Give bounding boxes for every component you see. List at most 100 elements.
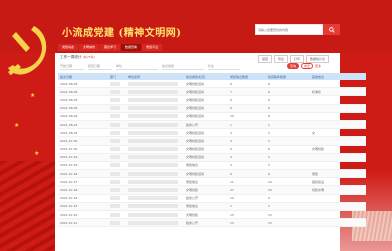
nav-item-civilized-city[interactable]: 文明城市 <box>79 44 100 51</box>
stats-button[interactable]: 数据统计表 <box>306 55 330 63</box>
status-select[interactable]: 状态 <box>208 63 240 70</box>
redacted-block <box>128 114 178 119</box>
search-box[interactable] <box>255 24 326 35</box>
cell-category: 文明创建活动 <box>184 112 228 121</box>
cell-news-count: 6 <box>266 80 310 89</box>
cell-unit-redacted <box>126 145 184 154</box>
main-nav: 党建动态 文明城市 理论学习 数据查看 党建平台 <box>55 44 340 51</box>
cell-dept-redacted <box>108 177 126 187</box>
unit-select[interactable]: 单位 <box>116 63 158 70</box>
cell-category: 文明创建 <box>184 210 228 220</box>
cell-party-count: 3 <box>228 128 266 138</box>
cell-party-count: 15 <box>228 210 266 220</box>
cell-news-count: 6 <box>266 95 310 105</box>
cell-other <box>310 104 366 113</box>
table-row[interactable]: 2021-07-27 党建信息 11 10 组织建设 <box>58 177 366 187</box>
filter-bar: 开始日期 结束日期 单位 信息类别 状态 <box>60 63 240 70</box>
table-row[interactable]: 2021-07-24 政务公开 10 9 <box>58 194 366 203</box>
col-header-dept[interactable]: 部门 <box>108 73 126 80</box>
search-button[interactable] <box>323 24 340 35</box>
cell-date: 2021-08-05 <box>58 104 108 113</box>
cell-unit-redacted <box>126 95 184 105</box>
cell-news-count: 13 <box>266 218 310 228</box>
table-row[interactable]: 2021-08-05 文明创建活动 7 6 标准化 <box>58 87 366 97</box>
search-input[interactable] <box>256 25 326 34</box>
table-row[interactable]: 2021-08-02 文明创建活动 3 3 文 <box>58 128 366 138</box>
cell-other: 标准化 <box>310 87 366 97</box>
col-header-news-count[interactable]: 新闻稿件数量 <box>266 73 310 80</box>
export-button[interactable]: 导出 <box>274 55 289 63</box>
redacted-block <box>110 130 120 135</box>
table-header-row: 提交日期 部门 单位名称 信息类别/栏目 党建信息数量 新闻稿件数量 其他信息 <box>58 73 366 80</box>
query-button[interactable]: 查询 <box>287 63 299 69</box>
more-filters-link[interactable]: 更多 <box>315 63 321 69</box>
table-row[interactable]: 2021-08-05 文明创建活动 6 6 <box>58 104 366 113</box>
back-button[interactable]: 返回 <box>258 55 273 63</box>
table-row[interactable]: 2021-08-03 政务公开 1 1 <box>58 120 366 130</box>
cell-date: 2021-07-30 <box>58 145 108 154</box>
cell-unit-redacted <box>126 128 184 138</box>
cell-news-count: 4 <box>266 153 310 162</box>
table-row[interactable]: 2021-07-30 文明创建活动 6 6 文明创建 <box>58 145 366 154</box>
col-header-date[interactable]: 提交日期 <box>58 73 108 80</box>
cell-date: 2021-08-05 <box>58 80 108 89</box>
start-date-field[interactable]: 开始日期 <box>60 63 84 70</box>
table-row[interactable]: 2021-08-05 文明创建活动 6 6 <box>58 80 366 89</box>
col-header-unit[interactable]: 单位名称 <box>126 73 184 80</box>
table-row[interactable]: 2021-07-30 文明创建活动 3 3 <box>58 136 366 146</box>
redacted-block <box>110 179 120 184</box>
end-date-field[interactable]: 结束日期 <box>88 63 112 70</box>
cell-other <box>310 80 366 89</box>
cell-category: 文明创建活动 <box>184 128 228 138</box>
redacted-block <box>110 171 120 176</box>
table-row[interactable]: 2021-07-28 文明创建活动 6 6 党建 <box>58 169 366 179</box>
cell-other <box>310 112 366 121</box>
cell-other <box>310 153 366 162</box>
nav-item-theory-study[interactable]: 理论学习 <box>100 44 121 51</box>
cell-date: 2021-07-21 <box>58 218 108 228</box>
cell-dept-redacted <box>108 128 126 138</box>
redacted-block <box>128 196 178 201</box>
nav-item-party-platform[interactable]: 党建平台 <box>142 44 163 51</box>
gold-star-icon: ★ <box>34 150 40 157</box>
nav-item-data-view[interactable]: 数据查看 <box>121 44 142 51</box>
table-row[interactable]: 2021-07-23 党建信息 1 1 <box>58 202 366 212</box>
cell-other <box>310 120 366 130</box>
cell-party-count: 3 <box>228 161 266 171</box>
cell-unit-redacted <box>126 194 184 203</box>
table-row[interactable]: 2021-07-26 文明创建 27 23 创建文明 <box>58 185 366 195</box>
cell-unit-redacted <box>126 112 184 121</box>
cell-dept-redacted <box>108 104 126 113</box>
table-row[interactable]: 2021-07-22 文明创建 15 13 <box>58 210 366 220</box>
cell-unit-redacted <box>126 153 184 162</box>
cell-news-count: 8 <box>266 112 310 121</box>
type-select[interactable]: 信息类别 <box>162 63 204 70</box>
redacted-block <box>110 212 120 217</box>
cell-unit-redacted <box>126 210 184 220</box>
col-header-party-count[interactable]: 党建信息数量 <box>228 73 266 80</box>
cell-party-count: 13 <box>228 218 266 228</box>
cell-dept-redacted <box>108 185 126 195</box>
cell-other: 组织建设 <box>310 177 366 187</box>
reset-button[interactable]: 重置 <box>301 63 313 69</box>
cell-unit-redacted <box>126 136 184 146</box>
col-header-category[interactable]: 信息类别/栏目 <box>184 73 228 80</box>
table-row[interactable]: 2021-08-05 文明创建活动 6 6 <box>58 95 366 105</box>
table-row[interactable]: 2021-07-29 党建信息 3 3 <box>58 161 366 171</box>
nav-item-party-news[interactable]: 党建动态 <box>58 44 79 51</box>
cell-news-count: 1 <box>266 202 310 212</box>
print-button[interactable]: 打印 <box>290 55 305 63</box>
cell-party-count: 10 <box>228 194 266 203</box>
cell-dept-redacted <box>108 218 126 228</box>
site-title: 小流成党建 (精神文明网) <box>62 28 182 39</box>
cell-news-count: 3 <box>266 128 310 138</box>
cell-party-count: 6 <box>228 95 266 105</box>
redacted-block <box>128 147 178 152</box>
cell-category: 党建信息 <box>184 177 228 187</box>
cell-news-count: 10 <box>266 177 310 187</box>
table-row[interactable]: 2021-08-04 文明创建活动 10 8 <box>58 112 366 121</box>
cell-other <box>310 210 366 220</box>
table-row[interactable]: 2021-07-21 政务公开 13 13 <box>58 218 366 228</box>
table-row[interactable]: 2021-07-29 文明创建活动 4 4 <box>58 153 366 162</box>
col-header-other[interactable]: 其他信息 <box>310 73 366 80</box>
